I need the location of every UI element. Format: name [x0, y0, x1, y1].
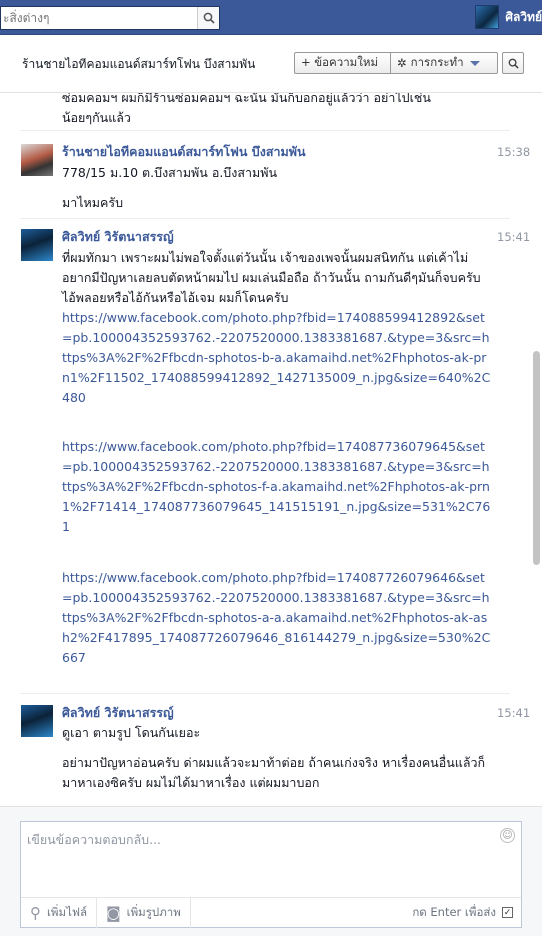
enter-to-send-checkbox[interactable]: ✓: [502, 907, 513, 918]
message-time: 15:41: [497, 706, 530, 720]
gear-icon: ✲: [397, 56, 407, 70]
message-scrollbar[interactable]: [530, 93, 542, 806]
new-message-label: + ข้อความใหม่: [301, 55, 379, 69]
message-text: 778/15 ม.10 ต.บึงสามพัน อ.บึงสามพัน: [62, 165, 278, 180]
profile-link[interactable]: ศิลวิทย์: [475, 3, 542, 31]
message-text-partial: ซ่อมคอมฯ ผมก็มีร้านซ่อมคอมฯ ฉะนั้น มันก็…: [62, 93, 431, 125]
profile-name: ศิลวิทย์: [505, 9, 542, 24]
sender-name[interactable]: ร้านชายไอทีคอมแอนด์สมาร์ทโฟน บึงสามพัน: [62, 142, 306, 162]
message-divider: [20, 130, 510, 131]
message-time: 15:38: [497, 145, 530, 159]
message-thread: ซ่อมคอมฯ ผมก็มีร้านซ่อมคอมฯ ฉะนั้น มันก็…: [0, 93, 530, 806]
add-photo-button[interactable]: ◙ เพิ่มรูปภาพ: [97, 897, 191, 928]
search-box: [0, 6, 220, 30]
search-input[interactable]: [1, 8, 197, 28]
message-divider: [20, 218, 510, 219]
actions-label: การกระทำ: [410, 55, 464, 69]
scrollbar-thumb[interactable]: [533, 351, 540, 565]
message-link[interactable]: https://www.facebook.com/photo.php?fbid=…: [62, 310, 490, 405]
sender-avatar[interactable]: [21, 229, 53, 261]
sender-name[interactable]: ศิลวิทย์ วิรัตนาสรรญ์: [62, 227, 174, 247]
top-navigation-bar: ศิลวิทย์: [0, 0, 542, 35]
search-button[interactable]: [197, 7, 219, 29]
paperclip-icon: ⚲: [30, 903, 41, 922]
search-conversation-button[interactable]: [502, 52, 524, 74]
enter-to-send-option[interactable]: กด Enter เพื่อส่ง ✓: [412, 904, 521, 922]
message-divider: [20, 693, 510, 694]
enter-to-send-label: กด Enter เพื่อส่ง: [412, 904, 496, 919]
attach-file-button[interactable]: ⚲ เพิ่มไฟล์: [21, 897, 98, 928]
reply-composer: ☺ ⚲ เพิ่มไฟล์ ◙ เพิ่มรูปภาพ กด Enter เพื…: [20, 821, 522, 928]
emoticon-icon[interactable]: ☺: [500, 828, 515, 843]
search-icon: [203, 12, 215, 24]
camera-icon: ◙: [106, 903, 121, 922]
actions-dropdown-button[interactable]: ✲ การกระทำ: [391, 52, 498, 74]
sender-avatar[interactable]: [21, 144, 53, 176]
attach-file-label: เพิ่มไฟล์: [47, 904, 88, 919]
search-icon: [508, 58, 519, 69]
message-text: ดูเอา ตามรูป โดนกันเยอะ: [62, 725, 201, 740]
message-link[interactable]: https://www.facebook.com/photo.php?fbid=…: [62, 439, 490, 534]
profile-avatar: [475, 5, 500, 29]
message-time: 15:41: [497, 230, 530, 244]
message-text: ที่ผมทักมา เพราะผมไม่พอใจตั้งแต่วันนั้น …: [62, 250, 481, 305]
message-link[interactable]: https://www.facebook.com/photo.php?fbid=…: [62, 570, 490, 665]
sender-name[interactable]: ศิลวิทย์ วิรัตนาสรรญ์: [62, 703, 174, 723]
conversation-header: ร้านชายไอทีคอมแอนด์สมาร์ทโฟน บึงสามพัน +…: [0, 35, 542, 93]
conversation-title: ร้านชายไอทีคอมแอนด์สมาร์ทโฟน บึงสามพัน: [22, 57, 256, 71]
composer-toolbar: ⚲ เพิ่มไฟล์ ◙ เพิ่มรูปภาพ กด Enter เพื่อ…: [21, 897, 521, 928]
new-message-button[interactable]: + ข้อความใหม่: [294, 52, 391, 74]
chevron-down-icon: [469, 60, 480, 66]
sender-avatar[interactable]: [21, 705, 53, 737]
message-text: อย่ามาปัญหาอ่อนครับ ด่าผมแล้วจะมาท้าต่อย…: [62, 755, 486, 790]
header-actions: + ข้อความใหม่ ✲ การกระทำ: [294, 52, 524, 74]
reply-input[interactable]: [21, 822, 499, 892]
add-photo-label: เพิ่มรูปภาพ: [126, 904, 181, 919]
reply-composer-area: ☺ ⚲ เพิ่มไฟล์ ◙ เพิ่มรูปภาพ กด Enter เพื…: [0, 806, 542, 936]
message-text: มาไหมครับ: [62, 195, 124, 210]
